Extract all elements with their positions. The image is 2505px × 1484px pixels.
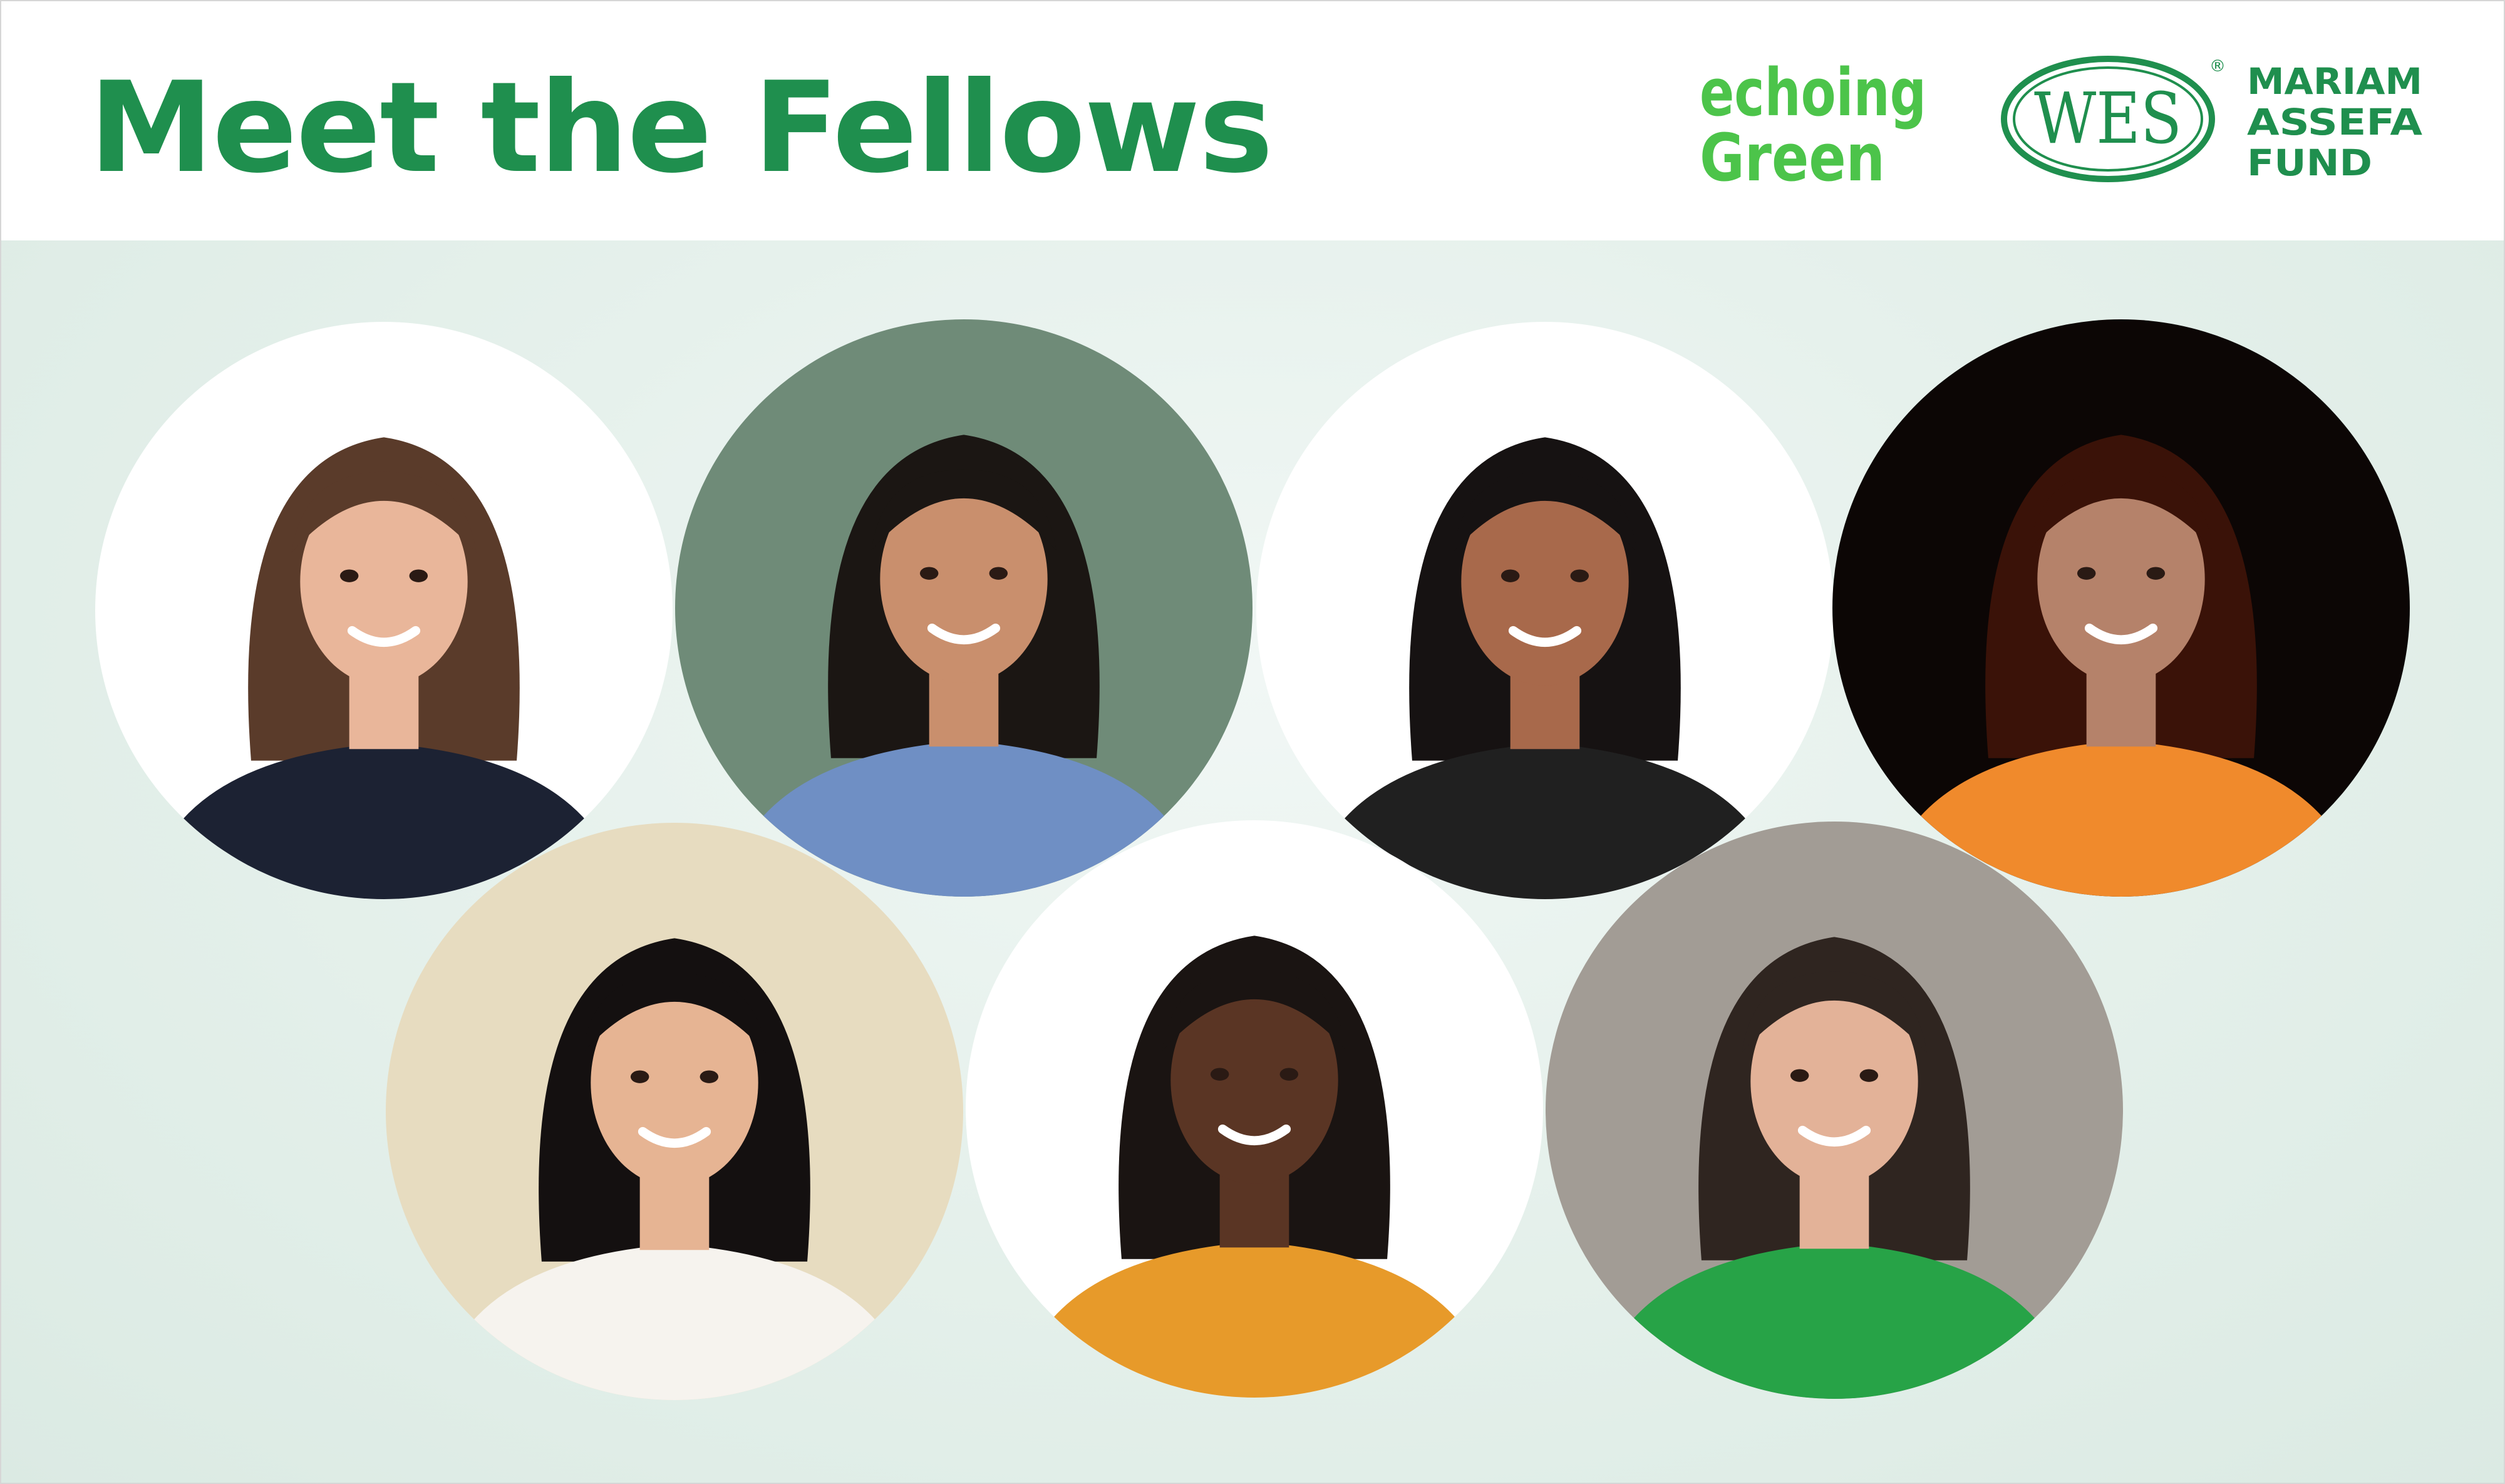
echoing-green-line2: Green (1700, 120, 1885, 190)
portrait-1 (95, 322, 673, 899)
echoing-green-logo: echoing Green (1697, 53, 1929, 196)
wes-line2: ASSEFA (2247, 101, 2422, 143)
portrait-6 (966, 820, 1543, 1398)
wes-mariam-assefa-fund-logo: WES ® MARIAM ASSEFA FUND (1996, 50, 2429, 188)
graphic-frame: Meet the Fellows echoing Green WES ® MAR… (0, 0, 2505, 1484)
portrait-2 (675, 319, 1252, 897)
portrait-7 (1546, 822, 2123, 1399)
portrait-4 (1832, 319, 2410, 897)
wes-mark: WES (2034, 78, 2182, 160)
wes-line3: FUND (2247, 142, 2372, 184)
portrait-5 (386, 823, 963, 1400)
portrait-3 (1256, 322, 1834, 899)
wes-line1: MARIAM (2247, 60, 2422, 103)
registered-mark: ® (2209, 57, 2226, 76)
header: Meet the Fellows echoing Green WES ® MAR… (1, 1, 2504, 240)
page-title: Meet the Fellows (89, 55, 1273, 201)
portrait-panel (1, 240, 2504, 1483)
